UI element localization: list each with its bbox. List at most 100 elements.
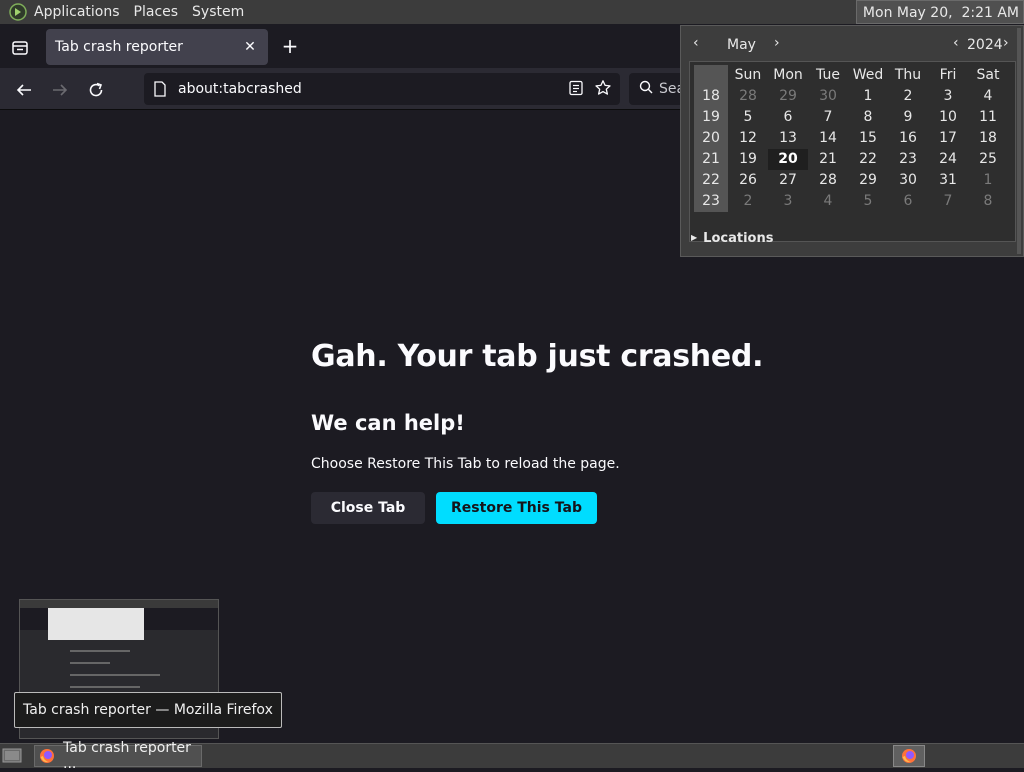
distro-logo-icon[interactable] <box>8 2 28 22</box>
weekday-header: Thu <box>894 67 922 83</box>
calendar-day[interactable]: 19 <box>728 149 768 170</box>
show-desktop-icon[interactable] <box>2 747 22 765</box>
calendar-week-row: 22 26 27 28 29 30 31 1 <box>694 170 1008 191</box>
calendar-day[interactable]: 1 <box>848 86 888 107</box>
calendar-day[interactable]: 6 <box>888 191 928 212</box>
calendar-day[interactable]: 1 <box>968 170 1008 191</box>
calendar-day[interactable]: 13 <box>768 128 808 149</box>
next-year-chevron-icon[interactable]: › <box>1003 35 1009 51</box>
calendar-day[interactable]: 26 <box>728 170 768 191</box>
calendar-scrollbar[interactable] <box>1017 28 1021 254</box>
calendar-day[interactable]: 9 <box>888 107 928 128</box>
menu-applications[interactable]: Applications <box>32 0 128 24</box>
calendar-day[interactable]: 7 <box>808 107 848 128</box>
locations-expander[interactable]: ▶ Locations <box>691 231 773 246</box>
calendar-week-row: 20 12 13 14 15 16 17 18 <box>694 128 1008 149</box>
menu-system[interactable]: System <box>190 0 252 24</box>
page-icon <box>152 81 168 97</box>
calendar-week-row: 18 28 29 30 1 2 3 4 <box>694 86 1008 107</box>
calendar-day[interactable]: 27 <box>768 170 808 191</box>
firefox-icon <box>39 748 55 764</box>
reload-icon[interactable] <box>82 76 110 104</box>
calendar-day[interactable]: 5 <box>728 107 768 128</box>
reader-view-icon[interactable] <box>568 80 584 100</box>
tray-firefox-icon[interactable] <box>893 745 925 767</box>
bookmark-star-icon[interactable] <box>594 79 612 101</box>
calendar-week-row: 21 19 20 21 22 23 24 25 <box>694 149 1008 170</box>
expander-triangle-icon: ▶ <box>691 233 698 242</box>
calendar-day[interactable]: 30 <box>888 170 928 191</box>
calendar-year: 2024 <box>967 37 1003 53</box>
calendar-day[interactable]: 17 <box>928 128 968 149</box>
calendar-day[interactable]: 29 <box>848 170 888 191</box>
calendar-day[interactable]: 23 <box>888 149 928 170</box>
forward-arrow-icon[interactable] <box>46 76 74 104</box>
calendar-popup: ‹ May › ‹ 2024 › Sun Mon Tue Wed Thu Fri Sat 18… <box>680 25 1024 257</box>
url-bar[interactable]: about:tabcrashed <box>144 73 620 105</box>
firefox-view-icon[interactable] <box>6 34 34 62</box>
week-number: 23 <box>694 191 728 212</box>
calendar-day-today[interactable]: 20 <box>768 149 808 170</box>
calendar-day[interactable]: 7 <box>928 191 968 212</box>
calendar-day[interactable]: 6 <box>768 107 808 128</box>
crash-subtitle: We can help! <box>311 411 465 435</box>
tab-active[interactable]: Tab crash reporter ✕ <box>46 29 268 65</box>
next-month-chevron-icon[interactable]: › <box>774 35 780 51</box>
weekday-header: Mon <box>773 67 803 83</box>
calendar-day[interactable]: 22 <box>848 149 888 170</box>
crash-description: Choose Restore This Tab to reload the pa… <box>311 456 620 472</box>
close-tab-button[interactable]: Close Tab <box>311 492 425 524</box>
calendar-day[interactable]: 28 <box>728 86 768 107</box>
prev-month-chevron-icon[interactable]: ‹ <box>693 35 699 51</box>
week-number: 22 <box>694 170 728 191</box>
tab-close-icon[interactable]: ✕ <box>240 37 260 57</box>
menu-places[interactable]: Places <box>132 0 187 24</box>
url-text[interactable]: about:tabcrashed <box>178 81 302 97</box>
calendar-day[interactable]: 18 <box>968 128 1008 149</box>
calendar-day[interactable]: 4 <box>808 191 848 212</box>
calendar-day[interactable]: 15 <box>848 128 888 149</box>
calendar-day[interactable]: 4 <box>968 86 1008 107</box>
restore-tab-button[interactable]: Restore This Tab <box>436 492 597 524</box>
calendar-grid-box: Sun Mon Tue Wed Thu Fri Sat 18 28 29 30 1 2 3 4 19 5 6 7 8 9… <box>689 61 1016 242</box>
window-tooltip: Tab crash reporter — Mozilla Firefox <box>14 692 282 728</box>
calendar-day[interactable]: 16 <box>888 128 928 149</box>
calendar-day[interactable]: 25 <box>968 149 1008 170</box>
panel-clock[interactable]: Mon May 20, 2:21 AM <box>855 0 1024 24</box>
calendar-day[interactable]: 21 <box>808 149 848 170</box>
crash-title: Gah. Your tab just crashed. <box>311 339 764 374</box>
task-label: Tab crash reporter ... <box>63 740 191 772</box>
calendar-day[interactable]: 8 <box>848 107 888 128</box>
top-panel: Applications Places System Mon May 20, 2… <box>0 0 1024 24</box>
calendar-day[interactable]: 14 <box>808 128 848 149</box>
calendar-day[interactable]: 10 <box>928 107 968 128</box>
week-number: 21 <box>694 149 728 170</box>
calendar-day[interactable]: 31 <box>928 170 968 191</box>
calendar-day[interactable]: 28 <box>808 170 848 191</box>
weekday-header: Fri <box>939 67 957 83</box>
calendar-day[interactable]: 2 <box>888 86 928 107</box>
calendar-day[interactable]: 30 <box>808 86 848 107</box>
calendar-day[interactable]: 29 <box>768 86 808 107</box>
calendar-grid: Sun Mon Tue Wed Thu Fri Sat 18 28 29 30 1 2 3 4 19 5 6 7 8 9… <box>694 65 1008 212</box>
calendar-day[interactable]: 3 <box>928 86 968 107</box>
calendar-month: May <box>727 37 756 53</box>
new-tab-icon[interactable]: + <box>278 34 302 58</box>
weekday-header: Wed <box>852 67 884 83</box>
prev-year-chevron-icon[interactable]: ‹ <box>953 35 959 51</box>
week-number: 19 <box>694 107 728 128</box>
calendar-day[interactable]: 8 <box>968 191 1008 212</box>
week-number-header <box>694 65 728 86</box>
calendar-day[interactable]: 3 <box>768 191 808 212</box>
calendar-day[interactable]: 5 <box>848 191 888 212</box>
back-arrow-icon[interactable] <box>10 76 38 104</box>
calendar-week-row: 23 2 3 4 5 6 7 8 <box>694 191 1008 212</box>
calendar-week-row: 19 5 6 7 8 9 10 11 <box>694 107 1008 128</box>
calendar-day[interactable]: 11 <box>968 107 1008 128</box>
locations-label: Locations <box>703 231 774 246</box>
tab-title: Tab crash reporter <box>55 39 183 55</box>
taskbar-firefox-task[interactable]: Tab crash reporter ... <box>34 740 202 772</box>
calendar-day[interactable]: 24 <box>928 149 968 170</box>
calendar-day[interactable]: 12 <box>728 128 768 149</box>
calendar-day[interactable]: 2 <box>728 191 768 212</box>
